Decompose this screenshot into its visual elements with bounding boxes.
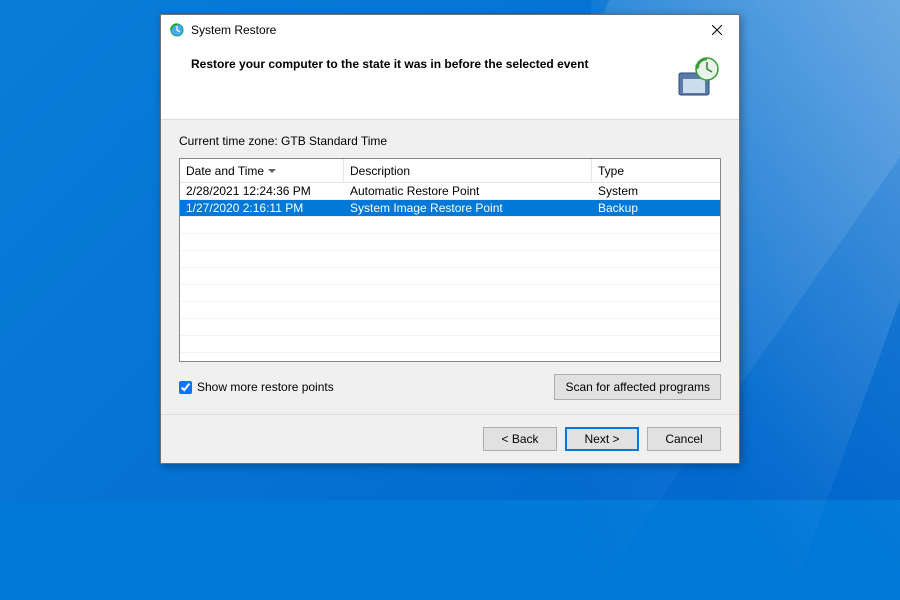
- table-body: 2/28/2021 12:24:36 PMAutomatic Restore P…: [180, 183, 720, 362]
- table-row-empty: [180, 217, 720, 234]
- table-row-empty: [180, 336, 720, 353]
- table-row-empty: [180, 251, 720, 268]
- table-cell: System Image Restore Point: [344, 200, 592, 216]
- table-row-empty: [180, 302, 720, 319]
- column-header-date[interactable]: Date and Time: [180, 159, 344, 182]
- column-header-type[interactable]: Type: [592, 159, 720, 182]
- table-row[interactable]: 2/28/2021 12:24:36 PMAutomatic Restore P…: [180, 183, 720, 200]
- column-label: Date and Time: [186, 164, 264, 178]
- close-button[interactable]: [694, 15, 739, 45]
- system-restore-icon: [169, 22, 185, 38]
- restore-clock-icon: [673, 55, 721, 103]
- table-cell: Automatic Restore Point: [344, 183, 592, 199]
- show-more-checkbox-wrap[interactable]: Show more restore points: [179, 380, 334, 394]
- table-row-empty: [180, 268, 720, 285]
- show-more-label: Show more restore points: [197, 380, 334, 394]
- column-header-description[interactable]: Description: [344, 159, 592, 182]
- table-row-empty: [180, 234, 720, 251]
- table-row-empty: [180, 285, 720, 302]
- window-title: System Restore: [191, 23, 276, 37]
- table-row-empty: [180, 353, 720, 362]
- scan-affected-button[interactable]: Scan for affected programs: [554, 374, 721, 400]
- titlebar: System Restore: [161, 15, 739, 45]
- sort-desc-icon: [268, 169, 276, 173]
- system-restore-dialog: System Restore Restore your computer to …: [160, 14, 740, 464]
- table-cell: System: [592, 183, 720, 199]
- next-button[interactable]: Next >: [565, 427, 639, 451]
- table-cell: 1/27/2020 2:16:11 PM: [180, 200, 344, 216]
- restore-points-table: Date and Time Description Type 2/28/2021…: [179, 158, 721, 362]
- column-label: Description: [350, 164, 410, 178]
- table-cell: 2/28/2021 12:24:36 PM: [180, 183, 344, 199]
- timezone-label: Current time zone: GTB Standard Time: [179, 134, 721, 148]
- wizard-footer: < Back Next > Cancel: [161, 415, 739, 463]
- table-row-empty: [180, 319, 720, 336]
- table-row[interactable]: 1/27/2020 2:16:11 PMSystem Image Restore…: [180, 200, 720, 217]
- column-label: Type: [598, 164, 624, 178]
- back-button[interactable]: < Back: [483, 427, 557, 451]
- show-more-checkbox[interactable]: [179, 381, 192, 394]
- table-footer-row: Show more restore points Scan for affect…: [179, 374, 721, 400]
- wizard-header: Restore your computer to the state it wa…: [161, 45, 739, 120]
- wizard-body: Current time zone: GTB Standard Time Dat…: [161, 120, 739, 415]
- table-cell: Backup: [592, 200, 720, 216]
- cancel-button[interactable]: Cancel: [647, 427, 721, 451]
- page-heading: Restore your computer to the state it wa…: [191, 55, 588, 71]
- table-header-row: Date and Time Description Type: [180, 159, 720, 183]
